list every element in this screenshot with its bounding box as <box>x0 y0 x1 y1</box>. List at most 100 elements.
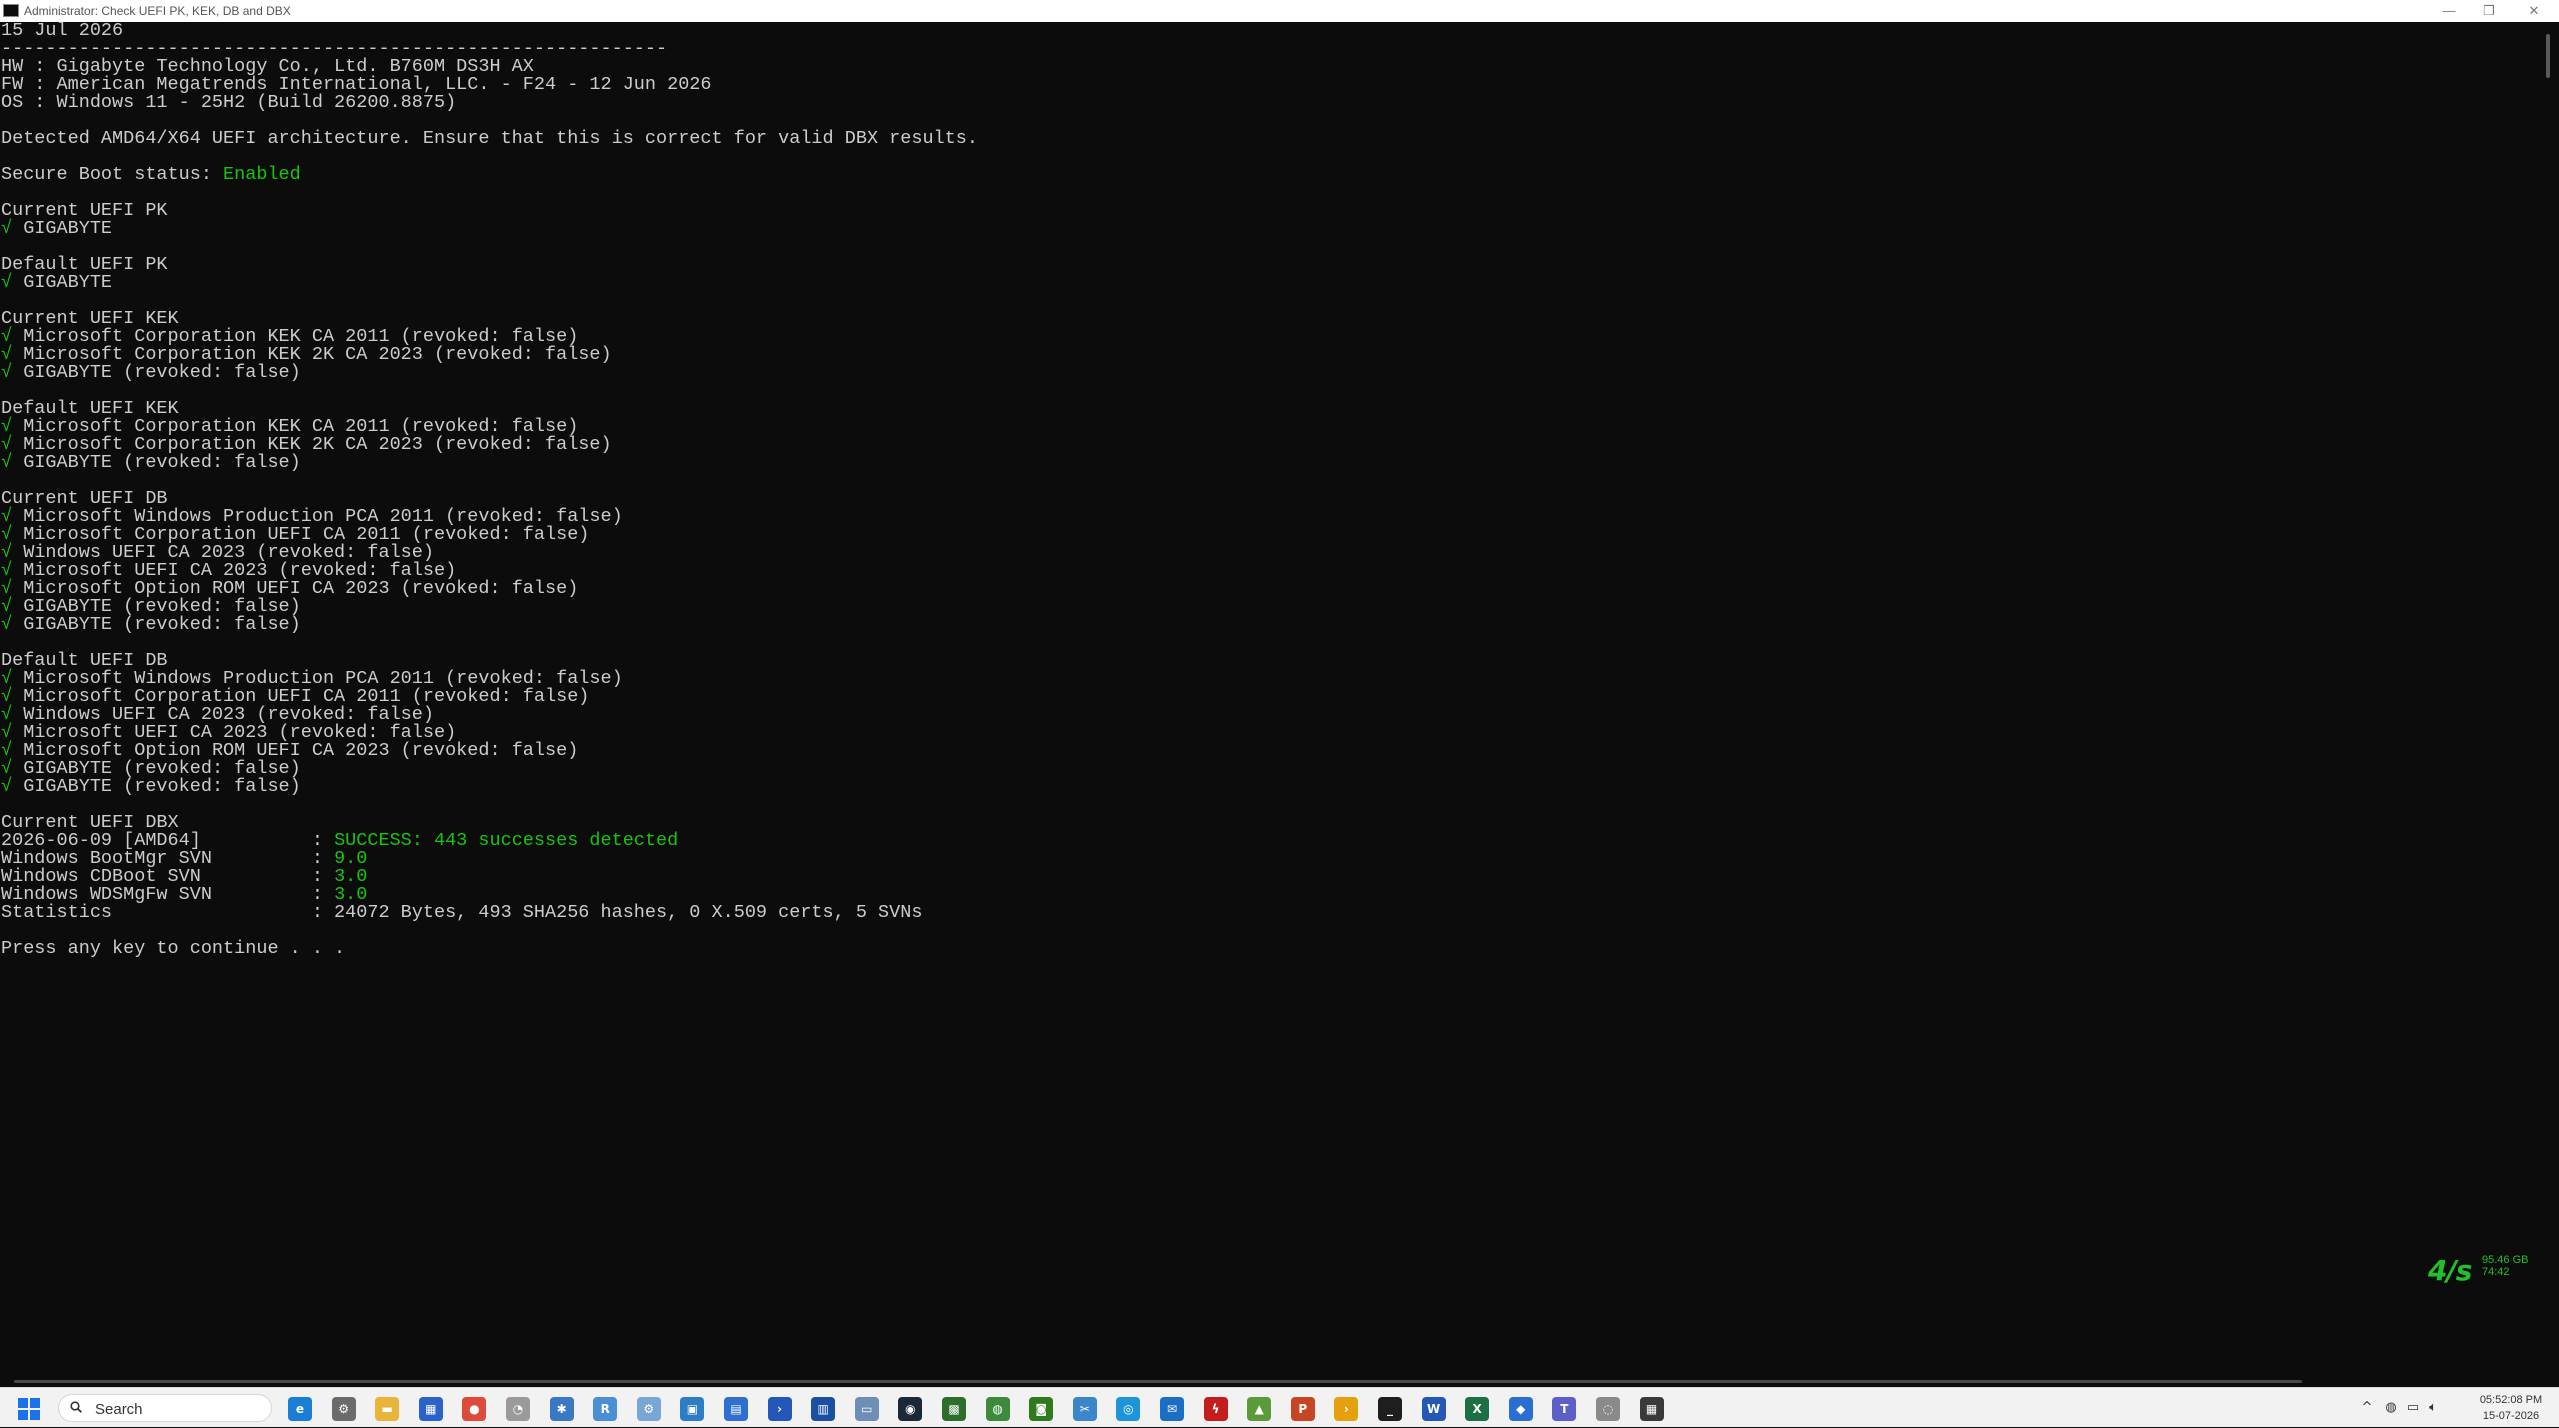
console-line: √ GIGABYTE (revoked: false) <box>1 615 2539 634</box>
vertical-scrollbar[interactable] <box>2538 22 2559 1375</box>
taskbar-app[interactable]: ◌ <box>1596 1397 1620 1421</box>
console-text: GIGABYTE (revoked: false) <box>12 776 301 797</box>
windows-logo-icon <box>18 1398 28 1408</box>
start-button[interactable] <box>18 1398 40 1420</box>
taskbar-app[interactable]: X <box>1465 1397 1490 1421</box>
taskbar-app[interactable]: e <box>288 1397 312 1421</box>
taskbar-app[interactable]: ▣ <box>680 1397 705 1421</box>
taskbar-app[interactable]: ◍ <box>985 1397 1010 1421</box>
taskbar-app[interactable]: ▦ <box>418 1397 443 1421</box>
horizontal-scroll-thumb[interactable] <box>14 1380 2302 1383</box>
taskbar-app[interactable]: ⚙ <box>636 1397 661 1421</box>
taskbar-search[interactable] <box>58 1394 272 1422</box>
taskbar-app[interactable]: ⚙ <box>331 1397 356 1421</box>
tray-app-icon[interactable]: ◍ <box>2383 1400 2399 1416</box>
taskbar-app[interactable]: ▬ <box>375 1397 400 1421</box>
console-line: Default UEFI PK <box>1 255 2539 274</box>
taskbar-app[interactable]: ϟ <box>1203 1397 1228 1421</box>
taskbar-app[interactable]: ▦ <box>1639 1397 1664 1421</box>
taskbar-app[interactable]: ◎ <box>1116 1397 1141 1421</box>
console-line: √ GIGABYTE <box>1 273 2539 292</box>
taskbar-app[interactable]: P <box>1290 1397 1315 1421</box>
defender-icon: ◆ <box>1516 1402 1526 1416</box>
horizontal-scrollbar[interactable] <box>0 1375 2559 1387</box>
powershell-icon: › <box>777 1402 783 1416</box>
game-icon: ▲ <box>1254 1402 1264 1416</box>
console-text: Statistics : 24072 Bytes, 493 SHA256 has… <box>1 902 923 923</box>
file-explorer-icon: ▬ <box>381 1402 393 1416</box>
taskbar-app[interactable]: › <box>767 1397 792 1421</box>
taskbar-app[interactable]: ▤ <box>724 1397 748 1421</box>
search-input[interactable] <box>93 1399 267 1419</box>
taskbar-app[interactable]: ◆ <box>1508 1397 1533 1421</box>
calculator-icon: ▤ <box>730 1402 742 1416</box>
vertical-scroll-thumb[interactable] <box>2546 34 2550 78</box>
hwinfo-icon: ▥ <box>817 1402 829 1416</box>
gpu-tool-icon: ▩ <box>948 1402 960 1416</box>
console-line: Press any key to continue . . . <box>1 939 2539 958</box>
nvidia-icon: ◙ <box>1035 1402 1048 1416</box>
taskbar-app[interactable]: ◙ <box>1029 1397 1054 1421</box>
taskbar-app[interactable]: W <box>1421 1397 1446 1421</box>
console-line: 2026-06-09 [AMD64] : SUCCESS: 443 succes… <box>1 831 2539 850</box>
taskbar-app[interactable]: ✉ <box>1160 1397 1184 1421</box>
taskbar-app[interactable]: ● <box>462 1397 487 1421</box>
console-line: Secure Boot status: Enabled <box>1 164 2539 185</box>
taskbar-app[interactable]: ◉ <box>898 1397 923 1421</box>
clock-app-icon: ◔ <box>512 1402 524 1416</box>
globe-icon: ◍ <box>992 1402 1003 1416</box>
clock-time: 05:52:08 PM <box>2479 1394 2543 1406</box>
taskbar-app[interactable]: ▥ <box>811 1397 836 1421</box>
chrome-icon: ● <box>469 1402 480 1416</box>
outlook-icon: ✉ <box>1166 1402 1178 1416</box>
taskbar-app[interactable]: ▲ <box>1247 1397 1272 1421</box>
taskbar-app[interactable]: ▩ <box>942 1397 966 1421</box>
rdp-icon: R <box>600 1402 610 1416</box>
copilot-icon: ◎ <box>1123 1402 1134 1416</box>
console-line: √ GIGABYTE (revoked: false) <box>1 452 2539 473</box>
taskbar-app[interactable]: ✂ <box>1072 1397 1097 1421</box>
taskbar-app[interactable]: _ <box>1378 1397 1402 1421</box>
teams-icon: T <box>1560 1402 1569 1416</box>
console-line: Current UEFI PK <box>1 201 2539 220</box>
volume-icon[interactable]: 🔈︎ <box>2425 1400 2441 1416</box>
console-line: √ GIGABYTE (revoked: false) <box>1 759 2539 778</box>
taskbar: e ⚙ ▬ ▦ ● ◔ ✱ R ⚙ ▣ ▤ › ▥ ▭ ◉ ▩ ◍ ◙ ✂ ◎ ✉ ϟ ▲ P › _ W X ◆ T ◌ ▦ ^ ◍ ▭ 🔈… <box>0 1387 2559 1427</box>
console-line: Windows CDBoot SVN : 3.0 <box>1 867 2539 886</box>
console-line: OS : Windows 11 - 25H2 (Build 26200.8875… <box>1 93 2539 112</box>
taskbar-app[interactable]: › <box>1334 1397 1359 1421</box>
taskbar-clock[interactable]: 05:52:08 PM 15-07-2026 <box>2472 1392 2550 1424</box>
taskbar-app[interactable]: T <box>1552 1397 1577 1421</box>
word-icon: W <box>1426 1402 1441 1416</box>
window-title-bar[interactable]: Administrator: Check UEFI PK, KEK, DB an… <box>0 0 2559 22</box>
clock-date: 15-07-2026 <box>2482 1410 2540 1422</box>
store-icon: ▦ <box>425 1402 437 1416</box>
console-text: GIGABYTE (revoked: false) <box>12 452 301 473</box>
edge-icon: e <box>295 1402 305 1416</box>
console-line: √ Microsoft Option ROM UEFI CA 2023 (rev… <box>1 579 2539 598</box>
maximize-button[interactable]: ❐ <box>2466 0 2512 22</box>
taskbar-app[interactable]: ✱ <box>549 1397 574 1421</box>
console-text: GIGABYTE (revoked: false) <box>12 362 301 383</box>
overlay-stat-2: 74:42 <box>2482 1266 2510 1278</box>
taskbar-app[interactable]: ◔ <box>506 1397 530 1421</box>
taskbar-app[interactable]: R <box>593 1397 618 1421</box>
close-button[interactable]: ✕ <box>2511 0 2557 22</box>
tray-overflow-chevron-icon[interactable]: ^ <box>2359 1400 2375 1416</box>
network-status-icon[interactable]: ▭ <box>2405 1400 2421 1416</box>
console-app-icon <box>3 4 19 17</box>
console-line: Windows BootMgr SVN : 9.0 <box>1 849 2539 868</box>
console-line: Statistics : 24072 Bytes, 493 SHA256 has… <box>1 902 2539 923</box>
console-output[interactable]: 15 Jul 2026 -----------------------------… <box>0 22 2539 1375</box>
checkmark-icon: √ <box>1 776 13 797</box>
search-icon <box>70 1401 82 1413</box>
taskbar-app[interactable]: ▭ <box>854 1397 879 1421</box>
console-text: Secure Boot status: <box>1 164 224 185</box>
terminal-icon: _ <box>1387 1402 1393 1416</box>
